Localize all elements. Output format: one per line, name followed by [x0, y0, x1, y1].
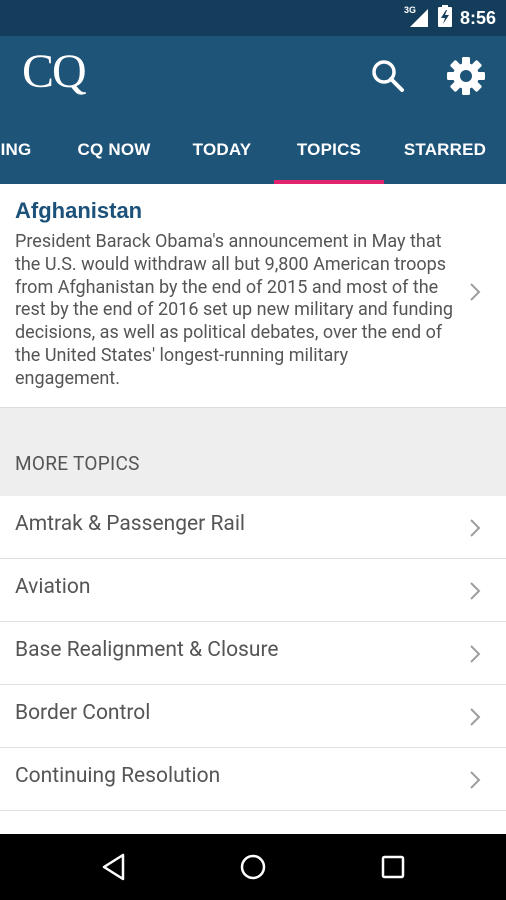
chevron-right-icon [470, 645, 481, 663]
back-triangle-icon [102, 853, 125, 881]
topic-item-amtrak[interactable]: Amtrak & Passenger Rail [0, 496, 506, 559]
gear-icon [447, 57, 485, 95]
chevron-right-icon [470, 283, 481, 301]
app-bar: CQ [0, 36, 506, 116]
topic-label: Aviation [15, 575, 91, 599]
topic-label: Border Control [15, 701, 151, 725]
cq-logo[interactable]: CQ [22, 44, 87, 99]
tab-partial[interactable]: ING [0, 116, 42, 184]
tab-starred[interactable]: STARRED [396, 116, 494, 184]
tab-today[interactable]: TODAY [180, 116, 264, 184]
tab-cq-now[interactable]: CQ NOW [68, 116, 160, 184]
system-nav-bar [0, 834, 506, 900]
chevron-right-icon [470, 708, 481, 726]
chevron-right-icon [470, 582, 481, 600]
battery-icon [437, 5, 452, 31]
back-button[interactable] [94, 847, 134, 887]
chevron-right-icon [470, 519, 481, 537]
home-button[interactable] [233, 847, 273, 887]
topic-label: Amtrak & Passenger Rail [15, 512, 246, 536]
network-type-label: 3G [403, 5, 416, 15]
topic-label: Continuing Resolution [15, 764, 221, 788]
topic-item-base-realignment[interactable]: Base Realignment & Closure [0, 622, 506, 685]
search-button[interactable] [366, 54, 410, 98]
search-icon [372, 60, 404, 92]
featured-topic-description: President Barack Obama's announcement in… [15, 231, 453, 389]
recents-square-icon [381, 855, 405, 879]
more-topics-header: MORE TOPICS [15, 452, 140, 475]
chevron-right-icon [470, 771, 481, 789]
status-time: 8:56 [459, 7, 496, 28]
tab-topics[interactable]: TOPICS [274, 116, 384, 184]
topic-list: Amtrak & Passenger Rail Aviation Base Re… [0, 496, 506, 874]
settings-button[interactable] [444, 54, 488, 98]
status-bar: 3G 8:56 [0, 0, 506, 36]
topic-item-aviation[interactable]: Aviation [0, 559, 506, 622]
featured-topic-card[interactable]: Afghanistan President Barack Obama's ann… [0, 184, 506, 408]
topic-item-continuing-resolution[interactable]: Continuing Resolution [0, 748, 506, 811]
home-circle-icon [240, 854, 266, 880]
recents-button[interactable] [373, 847, 413, 887]
cell-signal-icon: 3G [403, 5, 430, 29]
tab-bar: ING CQ NOW TODAY TOPICS STARRED [0, 116, 506, 184]
topic-label: Base Realignment & Closure [15, 638, 279, 662]
more-topics-section: MORE TOPICS [0, 408, 506, 496]
featured-topic-title: Afghanistan [15, 198, 143, 223]
topic-item-border-control[interactable]: Border Control [0, 685, 506, 748]
